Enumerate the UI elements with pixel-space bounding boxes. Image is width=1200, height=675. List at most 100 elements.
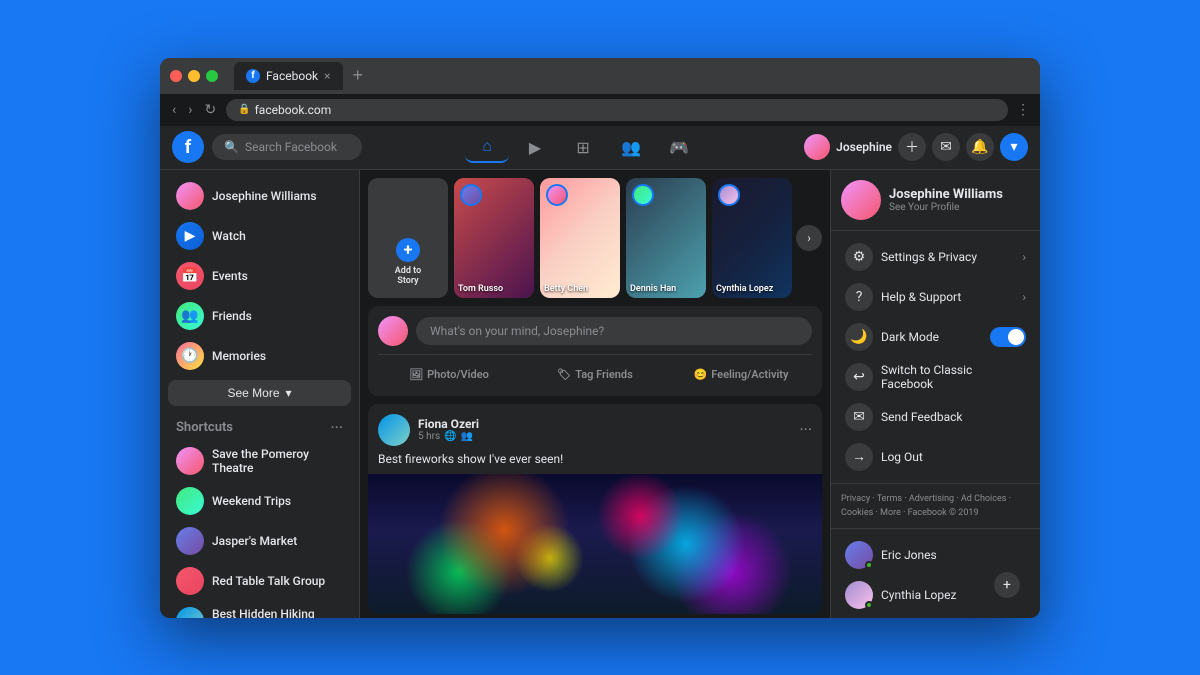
feeling-icon: 😊: [694, 368, 708, 381]
post-image: [368, 474, 822, 614]
minimize-traffic-light[interactable]: [188, 70, 200, 82]
nav-gaming-button[interactable]: 🎮: [657, 131, 701, 163]
traffic-lights: [170, 70, 218, 82]
settings-icon: ⚙: [845, 243, 873, 271]
profile-card[interactable]: Josephine Williams See Your Profile: [831, 170, 1040, 231]
feedback-icon: ✉: [845, 403, 873, 431]
sidebar-item-events[interactable]: 📅 Events: [168, 256, 351, 296]
post-input[interactable]: What's on your mind, Josephine?: [416, 317, 812, 345]
sidebar-item-watch[interactable]: ▶ Watch: [168, 216, 351, 256]
facebook-app: f 🔍 Search Facebook ⌂ ▶ ⊞ 👥 🎮 Josephine: [160, 126, 1040, 618]
new-tab-button[interactable]: +: [347, 63, 370, 88]
sidebar-item-profile[interactable]: Josephine Williams: [168, 176, 351, 216]
nav-home-button[interactable]: ⌂: [465, 131, 509, 163]
photo-video-button[interactable]: 🖼 Photo/Video: [378, 363, 520, 386]
story-card-tom-russo[interactable]: Tom Russo: [454, 178, 534, 298]
story-card-cynthia-lopez[interactable]: Cynthia Lopez: [712, 178, 792, 298]
nav-menu-button[interactable]: ▾: [1000, 133, 1028, 161]
nav-username: Josephine: [836, 140, 892, 154]
back-button[interactable]: ‹: [170, 100, 178, 120]
sidebar-shortcut-1[interactable]: Weekend Trips: [168, 481, 351, 521]
forward-button[interactable]: ›: [186, 100, 194, 120]
tag-friends-button[interactable]: 🏷 Tag Friends: [524, 363, 666, 386]
story-card-dennis-han[interactable]: Dennis Han: [626, 178, 706, 298]
nav-marketplace-button[interactable]: ⊞: [561, 131, 605, 163]
address-input[interactable]: 🔒 facebook.com: [226, 99, 1008, 121]
shortcut-0-icon: [176, 447, 204, 475]
main-content: Josephine Williams ▶ Watch 📅 Events 👥 Fr…: [160, 170, 1040, 618]
add-friend-button[interactable]: +: [994, 572, 1020, 598]
sidebar-events-label: Events: [212, 269, 248, 283]
nav-groups-button[interactable]: 👥: [609, 131, 653, 163]
story-label-dennis: Dennis Han: [630, 284, 702, 294]
send-feedback-item[interactable]: ✉ Send Feedback: [837, 397, 1034, 437]
online-indicator: [865, 561, 873, 569]
nav-notifications-button[interactable]: 🔔: [966, 133, 994, 161]
see-more-button[interactable]: See More ▾: [168, 380, 351, 406]
search-bar[interactable]: 🔍 Search Facebook: [212, 134, 362, 160]
refresh-button[interactable]: ↻: [202, 100, 218, 120]
close-traffic-light[interactable]: [170, 70, 182, 82]
shortcuts-more-button[interactable]: ···: [330, 418, 343, 437]
post-author-avatar: [378, 414, 410, 446]
settings-privacy-item[interactable]: ⚙ Settings & Privacy ›: [837, 237, 1034, 277]
log-out-item[interactable]: → Log Out: [837, 437, 1034, 477]
shortcut-1-label: Weekend Trips: [212, 494, 291, 508]
dark-mode-label: Dark Mode: [881, 330, 982, 344]
footer-text: Privacy · Terms · Advertising · Ad Choic…: [841, 492, 1030, 521]
sidebar-shortcut-2[interactable]: Jasper's Market: [168, 521, 351, 561]
sidebar-shortcut-0[interactable]: Save the Pomeroy Theatre: [168, 441, 351, 481]
browser-window: f Facebook × + ‹ › ↻ 🔒 facebook.com ⋮ f …: [160, 58, 1040, 618]
sidebar-item-friends[interactable]: 👥 Friends: [168, 296, 351, 336]
sidebar-shortcut-3[interactable]: Red Table Talk Group: [168, 561, 351, 601]
left-sidebar: Josephine Williams ▶ Watch 📅 Events 👥 Fr…: [160, 170, 360, 618]
browser-chrome: f Facebook × +: [160, 58, 1040, 94]
tab-close-button[interactable]: ×: [324, 69, 330, 83]
add-story-card[interactable]: + Add toStory: [368, 178, 448, 298]
dark-mode-icon: 🌙: [845, 323, 873, 351]
dark-mode-item[interactable]: 🌙 Dark Mode: [837, 317, 1034, 357]
profile-card-subtitle: See Your Profile: [889, 202, 1003, 213]
footer-links: Privacy · Terms · Advertising · Ad Choic…: [831, 484, 1040, 530]
lock-icon: 🔒: [238, 104, 250, 115]
dark-mode-toggle-switch[interactable]: [990, 327, 1026, 347]
nav-add-button[interactable]: ＋: [898, 133, 926, 161]
feeling-activity-button[interactable]: 😊 Feeling/Activity: [670, 363, 812, 386]
sidebar-profile-name: Josephine Williams: [212, 189, 317, 203]
nav-profile[interactable]: Josephine: [804, 134, 892, 160]
stories-next-button[interactable]: ›: [796, 225, 822, 251]
help-support-item[interactable]: ? Help & Support ›: [837, 277, 1034, 317]
browser-more-button[interactable]: ⋮: [1016, 102, 1030, 118]
sidebar-shortcut-4[interactable]: Best Hidden Hiking Trails: [168, 601, 351, 618]
memories-icon: 🕐: [176, 342, 204, 370]
friend-cynthia-name: Cynthia Lopez: [881, 588, 956, 602]
shortcut-2-label: Jasper's Market: [212, 534, 297, 548]
friend-item-betty[interactable]: Betty Chen: [837, 615, 1034, 617]
sidebar-item-memories[interactable]: 🕐 Memories: [168, 336, 351, 376]
help-icon: ?: [845, 283, 873, 311]
shortcut-0-label: Save the Pomeroy Theatre: [212, 447, 343, 475]
classic-icon: ↩: [845, 363, 873, 391]
watch-icon: ▶: [176, 222, 204, 250]
search-input[interactable]: Search Facebook: [245, 140, 337, 154]
shortcut-3-icon: [176, 567, 204, 595]
shortcut-3-label: Red Table Talk Group: [212, 574, 325, 588]
address-text: facebook.com: [255, 103, 332, 117]
add-story-plus-icon: +: [396, 238, 420, 262]
story-card-betty-chen[interactable]: Betty Chen: [540, 178, 620, 298]
post-more-button[interactable]: ···: [799, 420, 812, 439]
classic-facebook-item[interactable]: ↩ Switch to Classic Facebook: [837, 357, 1034, 397]
nav-messenger-button[interactable]: ✉: [932, 133, 960, 161]
post-actions: 🖼 Photo/Video 🏷 Tag Friends 😊 Feeling/Ac…: [378, 354, 812, 386]
browser-tab[interactable]: f Facebook ×: [234, 62, 343, 90]
profile-card-avatar: [841, 180, 881, 220]
facebook-logo[interactable]: f: [172, 131, 204, 163]
toggle-knob: [1008, 329, 1024, 345]
chevron-down-icon: ▾: [286, 386, 292, 400]
friend-item-eric[interactable]: Eric Jones: [837, 535, 1034, 575]
nav-profile-avatar: [804, 134, 830, 160]
nav-watch-button[interactable]: ▶: [513, 131, 557, 163]
maximize-traffic-light[interactable]: [206, 70, 218, 82]
help-chevron-icon: ›: [1022, 290, 1026, 304]
nav-right: Josephine ＋ ✉ 🔔 ▾: [804, 133, 1028, 161]
